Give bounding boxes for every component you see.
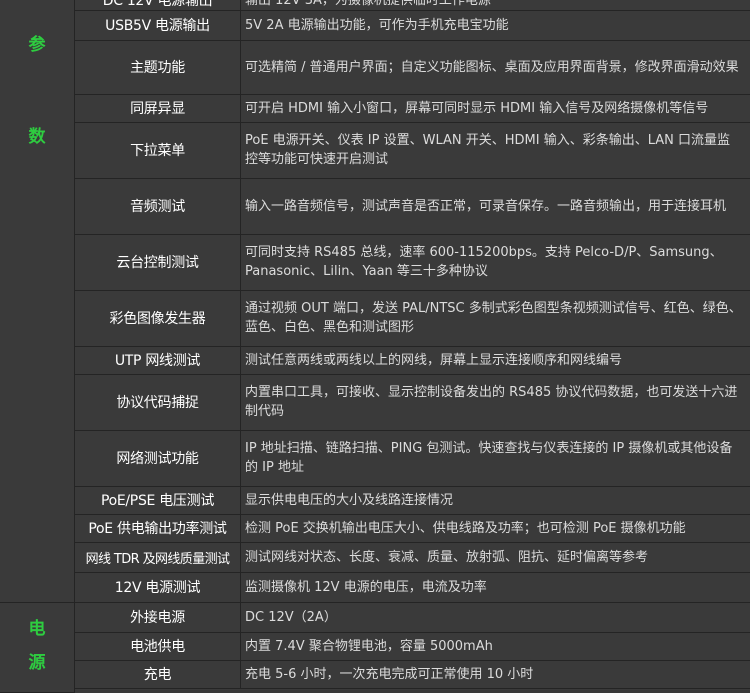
spec-name: PoE 供电输出功率测试 — [75, 514, 241, 542]
category-params: 参 数 — [0, 0, 75, 603]
spec-name: 网络测试功能 — [75, 430, 241, 486]
spec-row: 同屏异显 可开启 HDMI 输入小窗口，屏幕可同时显示 HDMI 输入信号及网络… — [75, 94, 750, 123]
spec-row: 网线 TDR 及网线质量测试 测试网线对状态、长度、衰减、质量、放射弧、阻抗、延… — [75, 542, 750, 573]
spec-name: DC 12V 电源输出 — [75, 0, 241, 10]
spec-desc: 检测 PoE 交换机输出电压大小、供电线路及功率；也可检测 PoE 摄像机功能 — [245, 520, 686, 536]
spec-name: UTP 网线测试 — [75, 346, 241, 374]
spec-row: 网络测试功能 IP 地址扫描、链路扫描、PING 包测试。快速查找与仪表连接的 … — [75, 430, 750, 487]
spec-row: 充电 充电 5-6 小时，一次充电完成可正常使用 10 小时 — [75, 660, 750, 689]
spec-desc: 5V 2A 电源输出功能，可作为手机充电宝功能 — [245, 17, 509, 33]
spec-row: 彩色图像发生器 通过视频 OUT 端口，发送 PAL/NTSC 多制式彩色图型条… — [75, 290, 750, 347]
spec-desc: 内置串口工具，可接收、显示控制设备发出的 RS485 协议代码数据，也可发送十六… — [245, 385, 738, 419]
spec-row: 下拉菜单 PoE 电源开关、仪表 IP 设置、WLAN 开关、HDMI 输入、彩… — [75, 122, 750, 179]
category-params-char-2: 数 — [28, 127, 46, 147]
category-params-char-1: 参 — [28, 35, 46, 55]
spec-desc: 可选精简 / 普通用户界面；自定义功能图标、桌面及应用界面背景，修改界面滑动效果 — [245, 59, 739, 75]
spec-desc: DC 12V（2A） — [245, 609, 337, 625]
spec-desc: 显示供电电压的大小及线路连接情况 — [245, 492, 454, 508]
spec-desc: 测试网线对状态、长度、衰减、质量、放射弧、阻抗、延时偏离等参考 — [245, 549, 649, 565]
spec-desc: 输出 12V 3A，为摄像机提供临时工作电源 — [245, 0, 491, 8]
spec-name: 网线 TDR 及网线质量测试 — [75, 542, 241, 572]
spec-name: 协议代码捕捉 — [75, 374, 241, 430]
spec-row: 12V 电源测试 监测摄像机 12V 电源的电压，电流及功率 — [75, 572, 750, 603]
spec-row: 协议代码捕捉 内置串口工具，可接收、显示控制设备发出的 RS485 协议代码数据… — [75, 374, 750, 431]
spec-name: 彩色图像发生器 — [75, 290, 241, 346]
spec-row: 电池供电 内置 7.4V 聚合物锂电池，容量 5000mAh — [75, 632, 750, 661]
spec-name: PoE/PSE 电压测试 — [75, 486, 241, 514]
category-power-char-2: 源 — [28, 653, 46, 673]
spec-name: 外接电源 — [75, 602, 241, 632]
spec-desc: 测试任意两线或两线以上的网线，屏幕上显示连接顺序和网线编号 — [245, 352, 623, 368]
category-power: 电 源 — [0, 602, 75, 693]
spec-desc: 可开启 HDMI 输入小窗口，屏幕可同时显示 HDMI 输入信号及网络摄像机等信… — [245, 100, 709, 116]
spec-name: 主题功能 — [75, 40, 241, 94]
spec-desc: PoE 电源开关、仪表 IP 设置、WLAN 开关、HDMI 输入、彩条输出、L… — [245, 133, 731, 167]
spec-desc: IP 地址扫描、链路扫描、PING 包测试。快速查找与仪表连接的 IP 摄像机或… — [245, 441, 733, 475]
spec-name: 充电 — [75, 660, 241, 688]
spec-row: PoE/PSE 电压测试 显示供电电压的大小及线路连接情况 — [75, 486, 750, 515]
spec-name: 12V 电源测试 — [75, 572, 241, 602]
spec-name: 云台控制测试 — [75, 234, 241, 290]
spec-name: USB5V 电源输出 — [75, 10, 241, 40]
spec-name: 音频测试 — [75, 178, 241, 234]
category-power-char-1: 电 — [28, 619, 46, 639]
spec-row: 外接电源 DC 12V（2A） — [75, 602, 750, 633]
spec-row: 主题功能 可选精简 / 普通用户界面；自定义功能图标、桌面及应用界面背景，修改界… — [75, 40, 750, 95]
spec-name: 电池供电 — [75, 632, 241, 660]
spec-name: 同屏异显 — [75, 94, 241, 122]
spec-desc: 通过视频 OUT 端口，发送 PAL/NTSC 多制式彩色图型条视频测试信号、红… — [245, 301, 742, 335]
spec-desc: 可同时支持 RS485 总线，速率 600-115200bps。支持 Pelco… — [245, 245, 723, 279]
spec-row: UTP 网线测试 测试任意两线或两线以上的网线，屏幕上显示连接顺序和网线编号 — [75, 346, 750, 375]
spec-desc: 充电 5-6 小时，一次充电完成可正常使用 10 小时 — [245, 666, 534, 682]
spec-row: 云台控制测试 可同时支持 RS485 总线，速率 600-115200bps。支… — [75, 234, 750, 291]
spec-row: USB5V 电源输出 5V 2A 电源输出功能，可作为手机充电宝功能 — [75, 10, 750, 41]
spec-desc: 输入一路音频信号，测试声音是否正常，可录音保存。一路音频输出，用于连接耳机 — [245, 198, 727, 214]
spec-row: PoE 供电输出功率测试 检测 PoE 交换机输出电压大小、供电线路及功率；也可… — [75, 514, 750, 543]
spec-name: 下拉菜单 — [75, 122, 241, 178]
spec-desc: 监测摄像机 12V 电源的电压，电流及功率 — [245, 579, 487, 595]
spec-desc: 内置 7.4V 聚合物锂电池，容量 5000mAh — [245, 638, 493, 654]
spec-table: 参 数 电 源 DC 12V 电源输出 输出 12V 3A，为摄像机提供临时工作… — [0, 0, 750, 693]
spec-row: 音频测试 输入一路音频信号，测试声音是否正常，可录音保存。一路音频输出，用于连接… — [75, 178, 750, 235]
